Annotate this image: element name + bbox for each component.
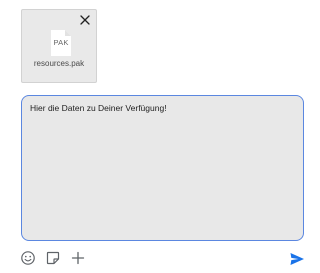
file-extension-label: PAK bbox=[53, 38, 69, 47]
sticker-icon bbox=[46, 251, 60, 265]
attachment-card[interactable]: PAK resources.pak bbox=[21, 9, 97, 83]
sticker-button[interactable] bbox=[45, 250, 61, 266]
emoji-icon bbox=[21, 251, 35, 265]
close-icon bbox=[80, 15, 90, 25]
add-button[interactable] bbox=[70, 250, 86, 266]
message-text: Hier die Daten zu Deiner Verfügung! bbox=[30, 103, 167, 113]
file-icon-wrapper: PAK bbox=[50, 29, 72, 57]
message-input[interactable]: Hier die Daten zu Deiner Verfügung! bbox=[21, 95, 304, 241]
remove-attachment-button[interactable] bbox=[78, 13, 92, 27]
file-name: resources.pak bbox=[33, 59, 85, 68]
send-icon bbox=[290, 253, 304, 265]
plus-icon bbox=[71, 251, 85, 265]
emoji-button[interactable] bbox=[20, 250, 36, 266]
send-button[interactable] bbox=[289, 251, 305, 267]
